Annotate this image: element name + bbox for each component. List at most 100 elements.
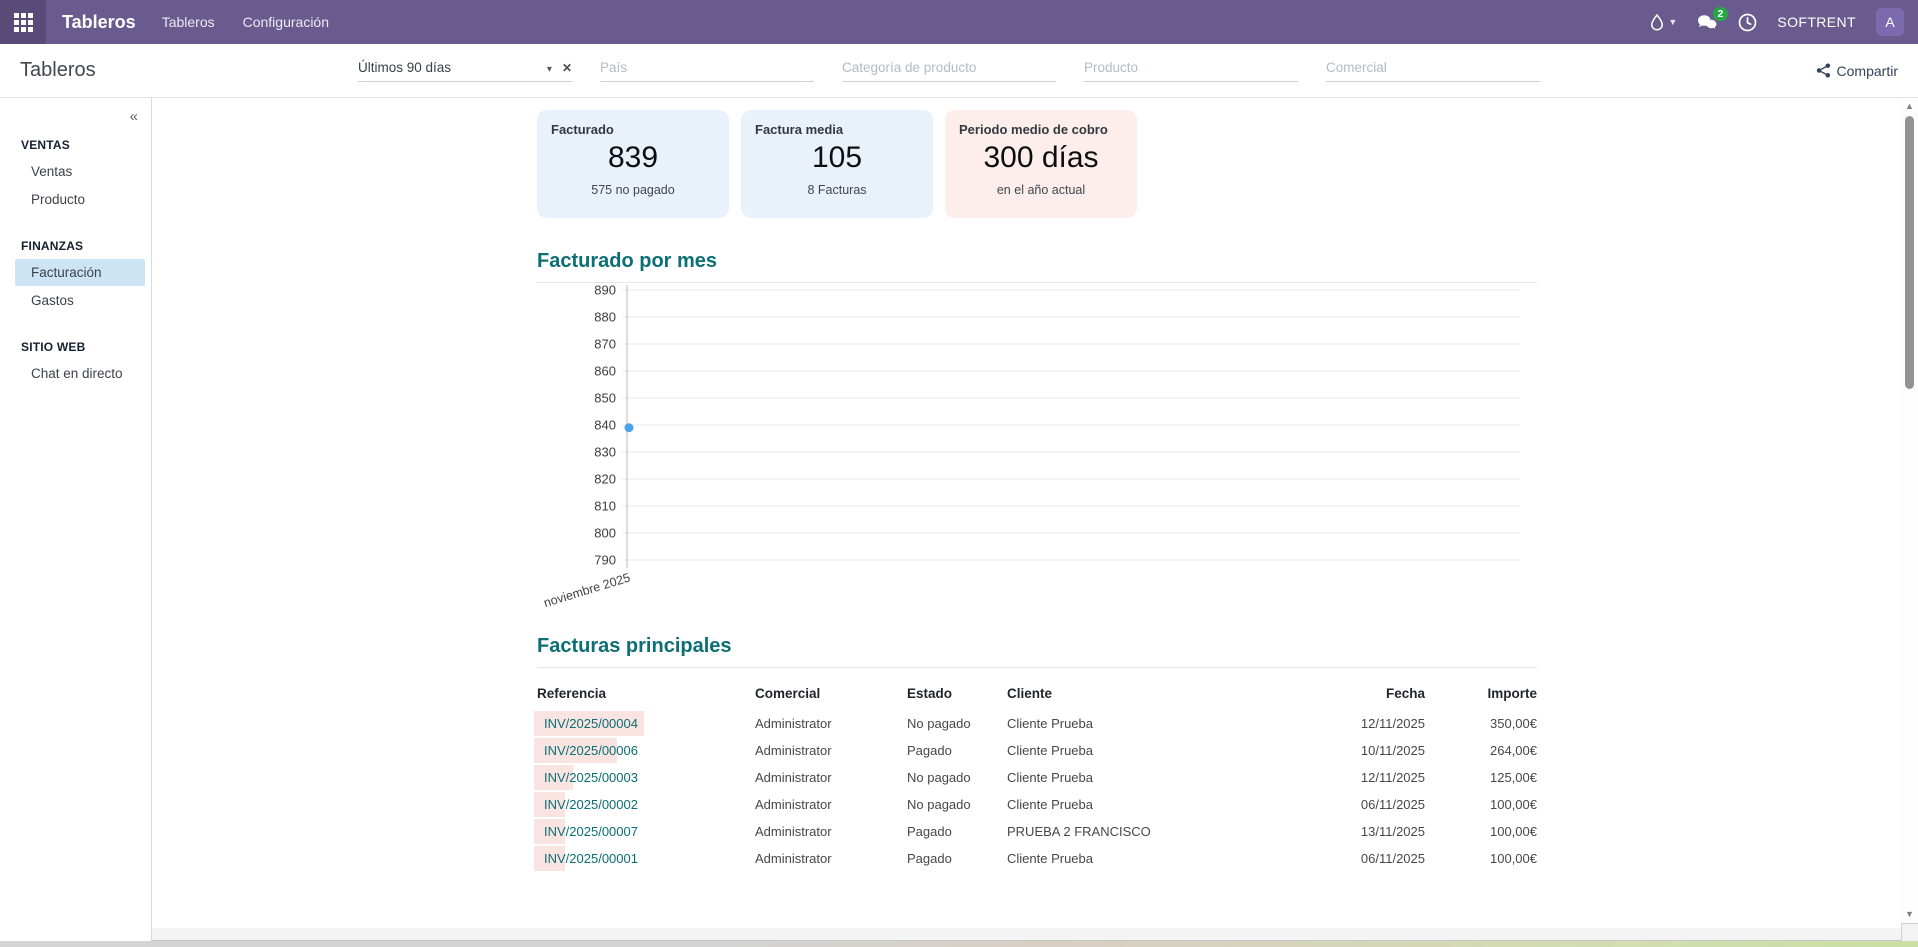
y-tick-label: 820 [594,472,616,487]
table-row: INV/2025/00003 Administrator No pagado C… [537,764,1537,791]
cliente-cell: Cliente Prueba [1007,846,1231,871]
invoice-link[interactable]: INV/2025/00002 [537,797,638,812]
kpi-row: Facturado 839 575 no pagado Factura medi… [537,110,1537,218]
company-name[interactable]: SOFTRENT [1777,14,1856,30]
scroll-down-icon[interactable]: ▼ [1901,909,1918,919]
comercial-cell: Administrator [755,738,907,763]
filters-row: Últimos 90 días ▾ ✕ [358,60,1540,82]
scroll-up-icon[interactable]: ▲ [1901,101,1918,111]
sidebar: « VENTAS Ventas Producto FINANZAS Factur… [0,98,152,947]
theme-droplet-button[interactable]: ▼ [1650,14,1677,31]
kpi-label: Facturado [551,122,715,137]
clock-icon [1738,13,1757,32]
y-tick-label: 870 [594,337,616,352]
sidebar-item-producto[interactable]: Producto [15,186,145,213]
y-tick-label: 810 [594,499,616,514]
estado-cell: No pagado [907,711,1007,736]
main-content: Facturado 839 575 no pagado Factura medi… [152,98,1918,947]
invoice-link[interactable]: INV/2025/00006 [537,743,638,758]
referencia-cell: INV/2025/00007 [537,818,755,845]
country-filter-input[interactable] [600,60,814,75]
messages-button[interactable]: 2 [1697,14,1718,31]
estado-cell: No pagado [907,765,1007,790]
fecha-cell: 12/11/2025 [1231,711,1425,736]
kpi-label: Factura media [755,122,919,137]
comercial-cell: Administrator [755,792,907,817]
sidebar-item-gastos[interactable]: Gastos [15,287,145,314]
apps-grid-button[interactable] [0,0,46,44]
invoice-link[interactable]: INV/2025/00001 [537,851,638,866]
comercial-cell: Administrator [755,765,907,790]
kpi-value: 105 [755,141,919,175]
control-bar: Tableros Últimos 90 días ▾ ✕ Compartir [0,44,1918,98]
product-filter [1084,60,1298,82]
referencia-cell: INV/2025/00002 [537,791,755,818]
menu-item-configuracion[interactable]: Configuración [243,14,329,30]
sidebar-item-chat-en-directo[interactable]: Chat en directo [15,360,145,387]
salesperson-filter-input[interactable] [1326,60,1540,75]
window-bottom-edge [0,941,1918,947]
sidebar-item-ventas[interactable]: Ventas [15,158,145,185]
product-category-filter-input[interactable] [842,60,1056,75]
importe-cell: 100,00€ [1425,819,1537,844]
droplet-icon [1650,14,1664,31]
invoices-section: Facturas principales Referencia Comercia… [537,635,1537,872]
share-label: Compartir [1837,63,1898,79]
kpi-value: 839 [551,141,715,175]
sidebar-section-title: VENTAS [21,138,151,152]
y-tick-label: 800 [594,526,616,541]
share-icon [1816,63,1831,78]
scrollbar-thumb[interactable] [1905,116,1914,389]
cliente-cell: Cliente Prueba [1007,711,1231,736]
vertical-scrollbar[interactable]: ▲ ▼ [1901,99,1918,941]
app-brand[interactable]: Tableros [62,12,136,33]
y-tick-label: 890 [594,283,616,298]
cliente-cell: Cliente Prueba [1007,738,1231,763]
product-filter-input[interactable] [1084,60,1298,75]
topbar: Tableros Tableros Configuración ▼ 2 SOFT… [0,0,1918,44]
salesperson-filter [1326,60,1540,82]
fecha-cell: 12/11/2025 [1231,765,1425,790]
invoice-link[interactable]: INV/2025/00007 [537,824,638,839]
scrollbar-corner [1901,923,1918,941]
content-footer-strip [152,928,1901,941]
fecha-cell: 10/11/2025 [1231,738,1425,763]
y-tick-label: 830 [594,445,616,460]
date-filter-facet[interactable]: Últimos 90 días ▾ ✕ [358,60,572,82]
column-header-cliente: Cliente [1007,674,1231,710]
sidebar-section-ventas: VENTAS Ventas Producto [0,138,151,213]
importe-cell: 350,00€ [1425,711,1537,736]
fecha-cell: 06/11/2025 [1231,846,1425,871]
sidebar-section-title: FINANZAS [21,239,151,253]
table-header-row: Referencia Comercial Estado Cliente Fech… [537,674,1537,710]
sidebar-section-title: SITIO WEB [21,340,151,354]
sidebar-item-facturacion[interactable]: Facturación [15,259,145,286]
importe-cell: 100,00€ [1425,846,1537,871]
filter-clear-icon[interactable]: ✕ [562,61,572,75]
sidebar-collapse-icon[interactable]: « [130,108,138,125]
line-chart: 790800810820830840850860870880890noviemb… [537,283,1537,613]
kpi-subtitle: 575 no pagado [551,183,715,197]
table-row: INV/2025/00002 Administrator No pagado C… [537,791,1537,818]
invoice-link[interactable]: INV/2025/00003 [537,770,638,785]
kpi-card-factura-media: Factura media 105 8 Facturas [741,110,933,218]
menu-item-tableros[interactable]: Tableros [162,14,215,30]
referencia-cell: INV/2025/00001 [537,845,755,872]
estado-cell: No pagado [907,792,1007,817]
share-button[interactable]: Compartir [1816,63,1898,79]
chart-section: Facturado por mes 7908008108208308408508… [537,250,1537,613]
referencia-cell: INV/2025/00003 [537,764,755,791]
messages-count-badge: 2 [1713,7,1729,22]
y-tick-label: 860 [594,364,616,379]
user-avatar[interactable]: A [1876,8,1904,36]
kpi-label: Periodo medio de cobro [959,122,1123,137]
invoice-link[interactable]: INV/2025/00004 [537,716,638,731]
estado-cell: Pagado [907,846,1007,871]
chart-data-point[interactable] [625,423,634,432]
activities-button[interactable] [1738,13,1757,32]
filter-caret-icon[interactable]: ▾ [547,64,552,75]
kpi-card-facturado: Facturado 839 575 no pagado [537,110,729,218]
table-row: INV/2025/00004 Administrator No pagado C… [537,710,1537,737]
topbar-right: ▼ 2 SOFTRENT A [1650,8,1918,36]
chart-title: Facturado por mes [537,250,1537,283]
